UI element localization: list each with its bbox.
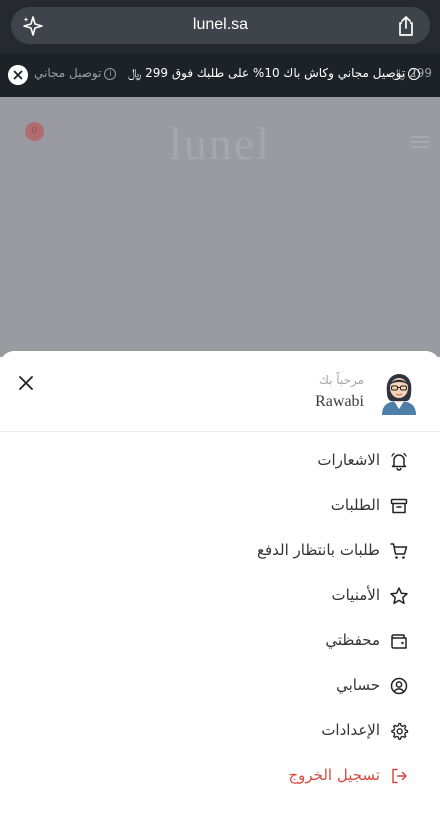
menu-label: الطلبات [330,496,380,514]
menu-item-notifications[interactable]: الاشعارات [0,445,440,477]
menu-item-wishlist[interactable]: الأمنيات [0,580,440,612]
menu-label: حسابي [336,676,380,694]
address-bar[interactable]: lunel.sa [11,7,430,44]
info-icon: i [104,68,117,80]
share-icon[interactable] [394,14,418,38]
menu-item-account[interactable]: حسابي [0,670,440,702]
wallet-icon [391,634,407,649]
menu-item-settings[interactable]: الإعدادات [0,715,440,747]
announcement-bar: iتوصيل مجاني iتوصيل مجاني وكاش باك 10% ع… [0,54,440,97]
account-menu-sheet: مرحباً بك Rawabi الاشعارات الطلبات طلبات… [0,351,440,820]
gear-icon [391,722,409,740]
browser-toolbar: lunel.sa [0,0,440,54]
bell-icon [391,452,407,471]
cart-icon [390,543,408,559]
announcement-item: 299 ﷼ [392,66,433,80]
announcement-item: iتوصيل مجاني [34,66,117,80]
menu-item-pending-payment[interactable]: طلبات بانتظار الدفع [0,535,440,567]
sheet-header: مرحباً بك Rawabi [0,351,440,432]
url-text[interactable]: lunel.sa [11,16,430,34]
announcement-item: iتوصيل مجاني وكاش باك 10% على طلبك فوق 2… [128,66,421,81]
menu-label: محفظتي [325,631,380,649]
page-backdrop[interactable]: 0 lunel [0,97,440,357]
menu-item-wallet[interactable]: محفظتي [0,625,440,657]
menu-label: الأمنيات [331,586,380,604]
close-icon[interactable] [8,65,28,85]
username: Rawabi [315,393,364,410]
archive-box-icon [390,498,408,514]
menu-label: تسجيل الخروج [288,766,380,784]
menu-item-orders[interactable]: الطلبات [0,490,440,522]
menu-label: الاشعارات [317,451,380,469]
site-logo: lunel [169,118,271,169]
menu-label: طلبات بانتظار الدفع [257,541,380,559]
close-icon[interactable] [16,373,36,393]
star-icon [390,587,408,605]
menu-item-logout[interactable]: تسجيل الخروج [0,760,440,792]
menu-label: الإعدادات [321,721,380,739]
logout-icon [392,768,407,784]
hamburger-icon [411,136,429,149]
welcome-text: مرحباً بك [318,373,364,387]
avatar [382,374,416,415]
user-circle-icon [390,677,408,695]
